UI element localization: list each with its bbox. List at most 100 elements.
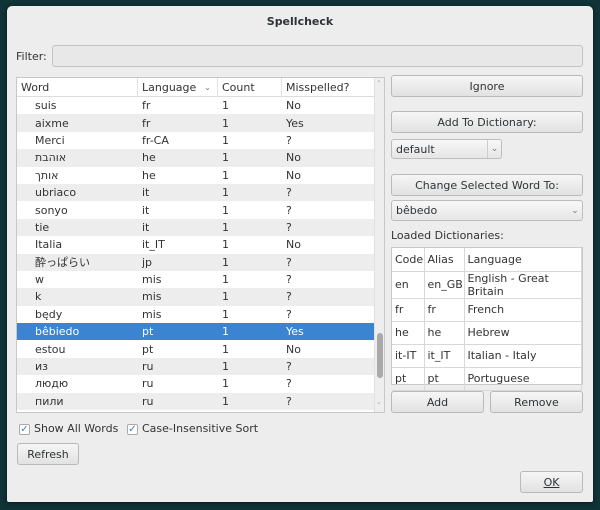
case-insensitive-checkbox[interactable]: ✓ Case-Insensitive Sort bbox=[127, 422, 258, 435]
misspelled-cell: ? bbox=[286, 394, 292, 408]
remove-dictionary-button[interactable]: Remove bbox=[490, 391, 583, 413]
count-cell: 1 bbox=[222, 133, 229, 147]
table-row[interactable]: k mis 1? bbox=[17, 288, 384, 306]
add-dictionary-button[interactable]: Add bbox=[391, 391, 484, 413]
col-word[interactable]: Word bbox=[17, 78, 138, 96]
dict-col-header[interactable]: Language bbox=[464, 248, 582, 272]
table-row[interactable]: aixme fr 1 Yes bbox=[17, 114, 384, 132]
table-row[interactable]: bêbiedo pt 1 Yes bbox=[17, 323, 384, 341]
count-cell: 1 bbox=[222, 116, 229, 130]
refresh-button[interactable]: Refresh bbox=[17, 443, 79, 465]
dialog-title: Spellcheck bbox=[266, 15, 334, 28]
word-cell: Merci bbox=[35, 133, 65, 147]
word-cell: suis bbox=[35, 99, 57, 113]
scrollbar-thumb[interactable] bbox=[377, 333, 383, 378]
misspelled-cell: No bbox=[286, 342, 301, 356]
word-cell: ubriaco bbox=[35, 186, 77, 200]
dict-alias-cell: en_GB bbox=[424, 271, 465, 299]
col-count[interactable]: Count bbox=[218, 78, 282, 96]
filter-label: Filter: bbox=[16, 50, 47, 63]
dictionary-select-value: default bbox=[396, 142, 435, 156]
misspelled-cell: ? bbox=[286, 220, 292, 234]
table-row[interactable]: אוהבת he 1 No bbox=[17, 149, 384, 167]
ignore-button[interactable]: Ignore bbox=[391, 75, 583, 97]
dict-alias-cell: he bbox=[424, 321, 465, 345]
count-cell: 1 bbox=[222, 307, 229, 321]
dict-language-cell: French bbox=[464, 298, 582, 322]
count-cell: 1 bbox=[222, 273, 229, 287]
misspelled-cell: ? bbox=[286, 307, 292, 321]
table-row[interactable]: пили ru 1? bbox=[17, 392, 384, 411]
misspelled-cell: No bbox=[286, 151, 301, 165]
language-cell: mis bbox=[142, 290, 162, 304]
dict-code-cell: it-IT bbox=[392, 344, 425, 368]
dictionary-row[interactable]: it-IT it_IT Italian - Italy bbox=[392, 344, 582, 368]
dictionary-select[interactable]: default ⌄ bbox=[391, 139, 502, 159]
table-row[interactable]: Italia it_IT 1 No bbox=[17, 236, 384, 253]
dict-code-cell: en bbox=[392, 271, 425, 299]
misspelled-cell: ? bbox=[286, 133, 292, 147]
language-cell: it bbox=[142, 220, 150, 234]
count-cell: 1 bbox=[222, 360, 229, 374]
dictionary-row[interactable]: fr fr French bbox=[392, 298, 582, 322]
table-row[interactable]: из ru 1? bbox=[17, 357, 384, 376]
show-all-words-checkbox[interactable]: ✓ Show All Words bbox=[19, 422, 118, 435]
count-cell: 1 bbox=[222, 220, 229, 234]
language-cell: fr-CA bbox=[142, 133, 169, 147]
replacement-value: bêbedo bbox=[396, 204, 438, 217]
count-cell: 1 bbox=[222, 99, 229, 113]
word-table-header: Word Language ⌄ Count Misspelled? bbox=[17, 78, 384, 97]
col-language-label: Language bbox=[142, 80, 197, 94]
col-misspelled[interactable]: Misspelled? bbox=[282, 78, 376, 96]
word-cell: из bbox=[35, 360, 48, 374]
table-row[interactable]: w mis 1? bbox=[17, 271, 384, 288]
dictionary-row[interactable]: he he Hebrew bbox=[392, 321, 582, 345]
table-row[interactable]: suis fr 1 No bbox=[17, 97, 384, 114]
replacement-combo[interactable]: bêbedo ⌄ bbox=[391, 200, 583, 221]
table-row[interactable]: אותך he 1 No bbox=[17, 167, 384, 184]
loaded-dictionaries-label: Loaded Dictionaries: bbox=[391, 229, 504, 242]
word-cell: אותך bbox=[35, 168, 59, 182]
dict-col-header[interactable]: Alias bbox=[424, 248, 465, 272]
table-row[interactable]: людю ru 1? bbox=[17, 375, 384, 392]
table-row[interactable]: 酔っぱらい jp 1? bbox=[17, 253, 384, 271]
word-cell: אוהבת bbox=[35, 151, 67, 165]
table-row[interactable]: estou pt 1 No bbox=[17, 340, 384, 357]
dictionary-row[interactable]: en en_GB English - Great Britain bbox=[392, 271, 582, 299]
col-language[interactable]: Language ⌄ bbox=[138, 78, 218, 96]
scroll-down-icon[interactable]: ˅ bbox=[377, 402, 381, 410]
spellcheck-dialog: Spellcheck Filter: Word Language ⌄ Count … bbox=[7, 6, 593, 502]
table-row[interactable]: tie it 1? bbox=[17, 218, 384, 237]
language-cell: mis bbox=[142, 307, 162, 321]
language-cell: he bbox=[142, 151, 156, 165]
count-cell: 1 bbox=[222, 203, 229, 217]
ok-button[interactable]: OK bbox=[520, 471, 583, 493]
dict-language-cell: Hebrew bbox=[464, 321, 582, 345]
count-cell: 1 bbox=[222, 255, 229, 269]
misspelled-cell: Yes bbox=[286, 116, 304, 130]
language-cell: ru bbox=[142, 377, 154, 391]
misspelled-cell: ? bbox=[286, 290, 292, 304]
add-to-dictionary-button[interactable]: Add To Dictionary: bbox=[391, 111, 583, 133]
table-row[interactable]: ubriaco it 1? bbox=[17, 183, 384, 202]
table-row[interactable]: Merci fr-CA 1? bbox=[17, 132, 384, 149]
filter-input[interactable] bbox=[52, 45, 583, 67]
word-cell: Italia bbox=[35, 238, 63, 252]
word-scrollbar[interactable]: ˄ ˅ bbox=[374, 78, 384, 412]
word-table: Word Language ⌄ Count Misspelled? suis fr 1… bbox=[16, 77, 385, 413]
table-row[interactable]: sonyo it 1? bbox=[17, 201, 384, 218]
dict-col-header[interactable]: Code bbox=[392, 248, 425, 272]
word-cell: людю bbox=[35, 377, 69, 391]
dictionary-row[interactable]: pt pt Portuguese bbox=[392, 367, 582, 391]
scroll-up-icon[interactable]: ˄ bbox=[377, 80, 381, 88]
dictionaries-header: Code Alias Language bbox=[392, 248, 582, 272]
change-selected-word-button[interactable]: Change Selected Word To: bbox=[391, 174, 583, 196]
dict-code-cell: fr bbox=[392, 298, 425, 322]
misspelled-cell: ? bbox=[286, 273, 292, 287]
language-cell: jp bbox=[142, 255, 153, 269]
checkmark-icon: ✓ bbox=[19, 423, 30, 435]
dict-alias-cell: pt bbox=[424, 367, 465, 391]
dict-alias-cell: fr bbox=[424, 298, 465, 322]
table-row[interactable]: będy mis 1? bbox=[17, 306, 384, 323]
word-cell: пили bbox=[35, 394, 64, 408]
